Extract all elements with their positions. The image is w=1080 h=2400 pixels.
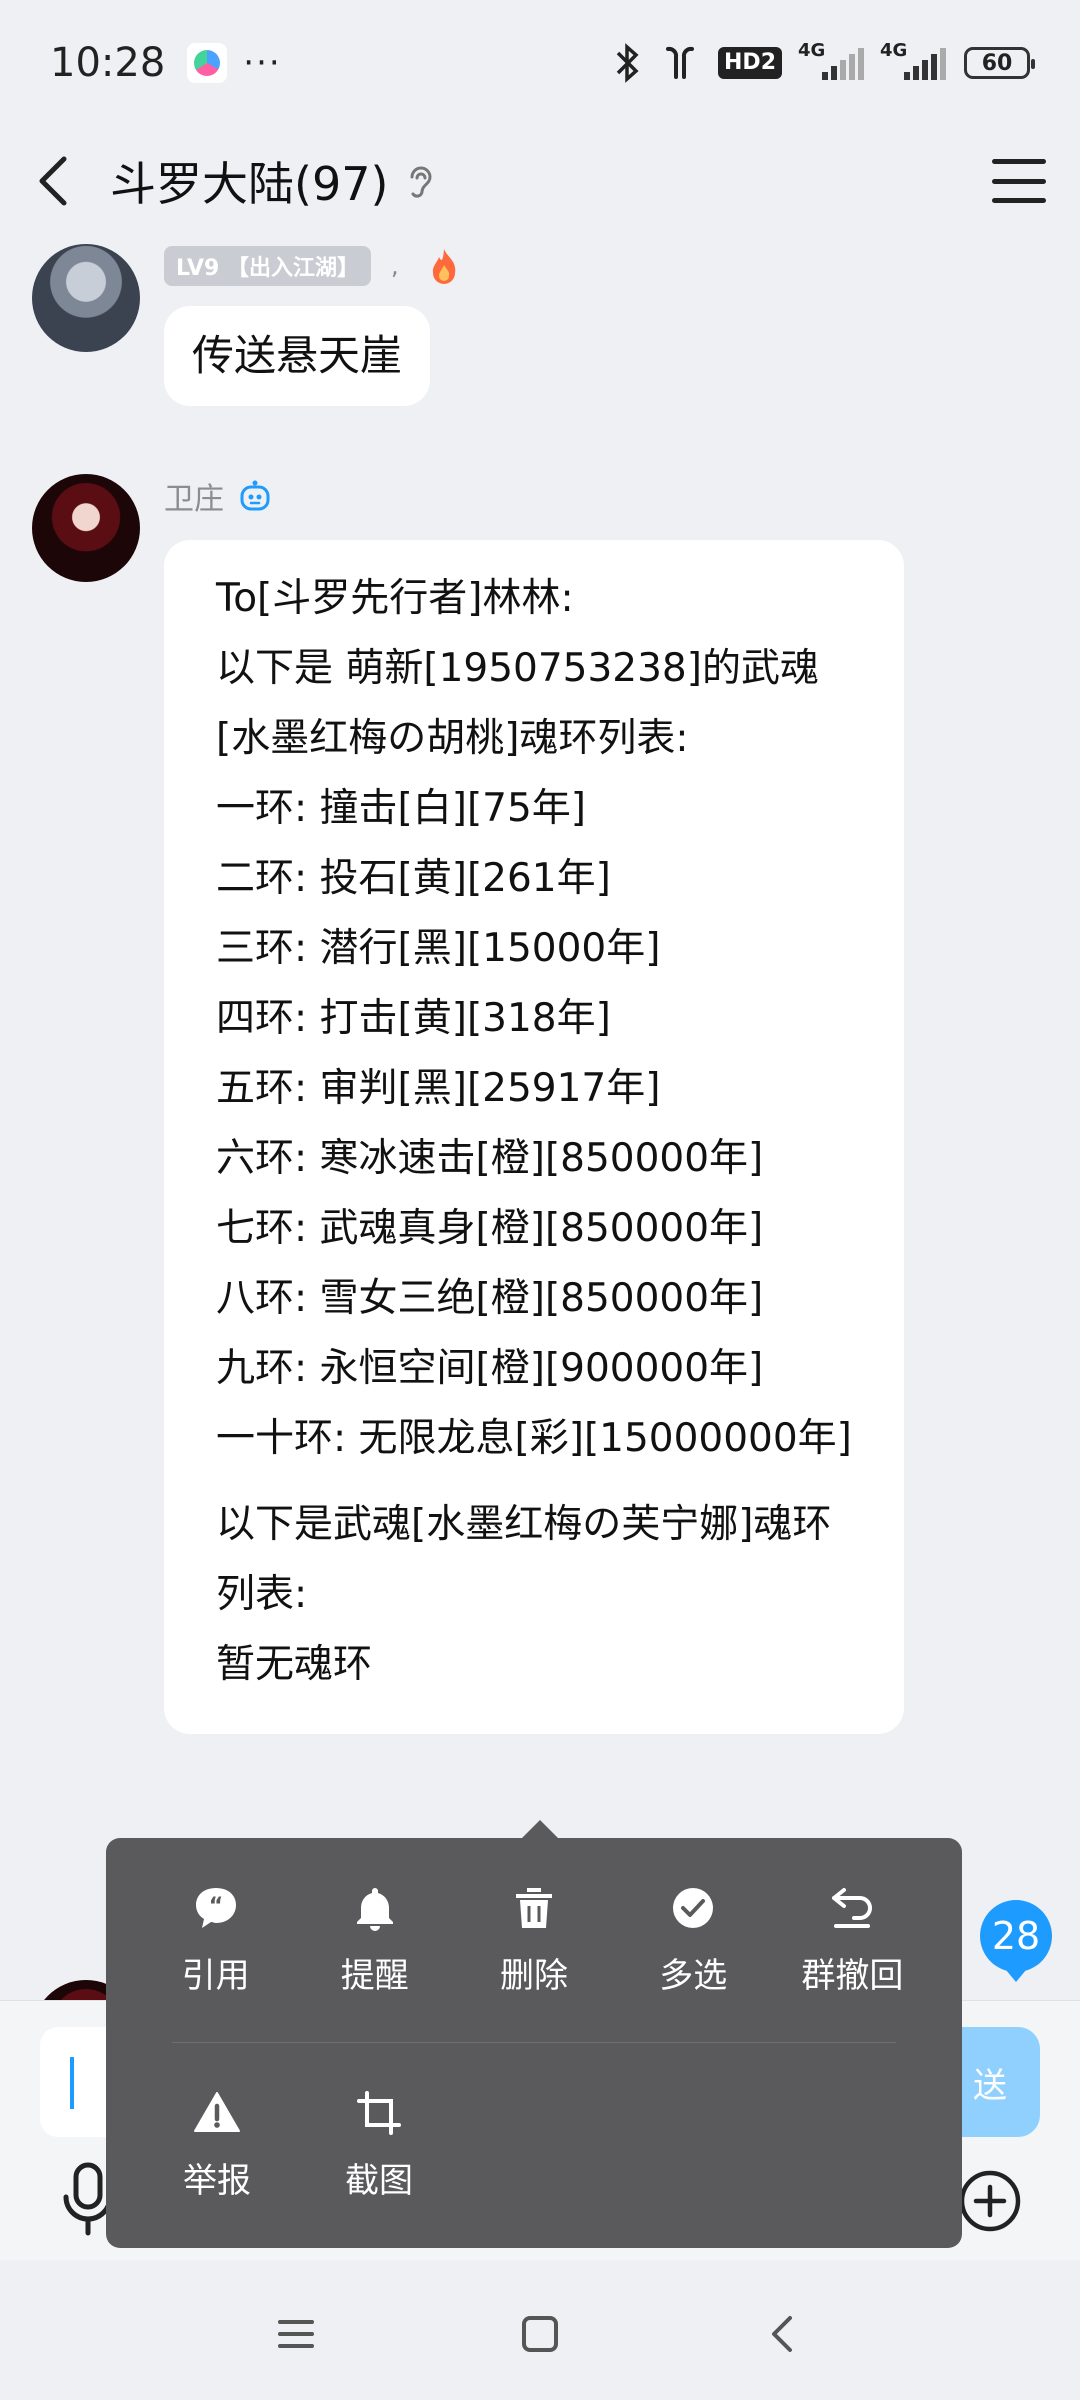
message-line: 八环: 雪女三绝[橙][850000年]	[216, 1276, 764, 1321]
sender-name: ,	[390, 252, 399, 280]
send-label: 送	[973, 2065, 1007, 2106]
message-line: 七环: 武魂真身[橙][850000年]	[216, 1206, 764, 1251]
context-menu: “ 引用 提醒 删除 多选 群撤回 举报 截图	[106, 1838, 962, 2248]
message-line: 暂无魂环	[216, 1642, 373, 1687]
group-title[interactable]: 斗罗大陆(97)	[110, 148, 388, 214]
message-line: 一环: 撞击[白][75年]	[216, 786, 587, 831]
chevron-left-icon	[39, 156, 67, 206]
message-line: 以下是武魂[水墨红梅の芙宁娜]魂环列表:	[216, 1502, 832, 1617]
crop-icon	[357, 2090, 401, 2135]
more-notifications-icon: ···	[243, 43, 282, 83]
screenshot-button[interactable]: 截图	[298, 2089, 460, 2202]
report-label: 举报	[183, 2160, 251, 2201]
earbuds-icon	[660, 43, 700, 83]
quote-button[interactable]: “ 引用	[136, 1884, 295, 1997]
message-line: 三环: 潜行[黑][15000年]	[216, 926, 661, 971]
signal-strength-icon: 4G	[798, 40, 864, 80]
status-time: 10:28	[50, 40, 166, 86]
multi-select-button[interactable]: 多选	[614, 1884, 773, 1997]
message-bubble[interactable]: 传送悬天崖	[164, 306, 431, 406]
screenshot-label: 截图	[345, 2160, 413, 2201]
warning-icon	[194, 2091, 240, 2132]
signal-strength-icon-2: 4G	[880, 40, 946, 80]
quote-icon: “	[195, 1887, 236, 1928]
bell-icon	[356, 1887, 393, 1931]
app-notification-icon	[187, 43, 228, 83]
plus-icon[interactable]	[958, 2169, 1022, 2233]
message-line: 六环: 寒冰速击[橙][850000年]	[216, 1136, 764, 1181]
message-item: LV9 【出入江湖】 , 传送悬天崖	[32, 244, 461, 406]
remind-label: 提醒	[340, 1955, 409, 1996]
hd-voice-badge: HD2	[718, 47, 782, 79]
level-badge: LV9 【出入江湖】	[164, 246, 371, 286]
message-item: 卫庄 To[斗罗先行者]林林: 以下是 萌新[1950753238]的武魂[水墨…	[32, 474, 904, 1734]
message-line: 一十环: 无限龙息[彩][15000000年]	[216, 1416, 852, 1461]
message-line: 以下是 萌新[1950753238]的武魂[水墨红梅の胡桃]魂环列表:	[216, 646, 819, 761]
battery-indicator: 60	[964, 47, 1035, 79]
context-menu-pointer	[522, 1820, 558, 1838]
recall-icon	[832, 1887, 873, 1928]
group-recall-button[interactable]: 群撤回	[773, 1884, 932, 1997]
delete-button[interactable]: 删除	[454, 1884, 613, 1997]
quote-label: 引用	[181, 1955, 250, 1996]
message-bubble[interactable]: To[斗罗先行者]林林: 以下是 萌新[1950753238]的武魂[水墨红梅の…	[164, 540, 904, 1734]
group-recall-label: 群撤回	[801, 1955, 904, 1996]
bluetooth-icon	[612, 43, 642, 83]
robot-icon	[240, 480, 270, 511]
back-icon[interactable]	[762, 2312, 806, 2356]
chat-header: 斗罗大陆(97)	[0, 126, 1080, 236]
back-button[interactable]	[34, 151, 86, 211]
ear-mode-icon[interactable]	[402, 161, 438, 201]
home-icon[interactable]	[518, 2312, 562, 2356]
message-line: 五环: 审判[黑][25917年]	[216, 1066, 661, 1111]
avatar[interactable]	[32, 474, 140, 582]
remind-button[interactable]: 提醒	[295, 1884, 454, 1997]
message-line: 九环: 永恒空间[橙][900000年]	[216, 1346, 764, 1391]
fire-icon	[432, 249, 455, 284]
status-bar: 10:28 ··· HD2 4G 4G 60	[0, 0, 1080, 126]
check-circle-icon	[673, 1887, 714, 1928]
message-line: 二环: 投石[黄][261年]	[216, 856, 611, 901]
message-line: To[斗罗先行者]林林:	[216, 576, 574, 621]
report-button[interactable]: 举报	[136, 2089, 298, 2202]
menu-icon[interactable]	[274, 2312, 318, 2356]
sender-name[interactable]: 卫庄	[164, 474, 224, 518]
svg-text:“: “	[208, 1894, 222, 1919]
trash-icon	[516, 1887, 552, 1928]
multi-select-label: 多选	[659, 1955, 728, 1996]
delete-label: 删除	[500, 1955, 568, 1996]
menu-button[interactable]	[992, 159, 1046, 203]
unread-count-badge[interactable]: 28	[980, 1900, 1052, 1982]
avatar[interactable]	[32, 244, 140, 352]
navigation-bar	[0, 2268, 1080, 2400]
message-line: 四环: 打击[黄][318年]	[216, 996, 611, 1041]
